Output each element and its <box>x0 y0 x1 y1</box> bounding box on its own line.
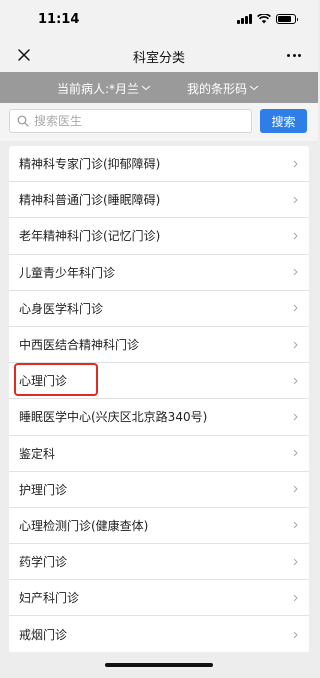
chevron-right-icon <box>293 522 298 529</box>
chevron-right-icon <box>293 631 298 638</box>
more-icon[interactable] <box>282 44 306 66</box>
chevron-right-icon <box>293 594 298 602</box>
signal-icon <box>237 14 252 24</box>
search-box <box>9 109 252 133</box>
department-item[interactable]: 药学门诊 <box>9 544 309 581</box>
wifi-icon <box>257 14 271 24</box>
department-item[interactable]: 心理门诊 <box>9 363 309 400</box>
page-title: 科室分类 <box>132 51 185 66</box>
search-button[interactable]: 搜索 <box>260 109 307 133</box>
search-icon <box>17 115 29 127</box>
chevron-right-icon <box>293 377 298 385</box>
department-label: 老年精神科门诊(记忆门诊) <box>19 229 161 244</box>
department-label: 护理门诊 <box>19 482 68 497</box>
department-label: 精神科专家门诊(抑郁障碍) <box>19 157 161 172</box>
search-row: 搜索 <box>0 103 318 141</box>
chevron-right-icon <box>293 449 298 457</box>
department-item[interactable]: 中西医结合精神科门诊 <box>9 327 309 364</box>
search-input[interactable] <box>34 112 244 130</box>
chevron-right-icon <box>293 413 298 421</box>
current-patient-selector[interactable]: 当前病人:*月兰 <box>57 80 151 97</box>
patient-info-bar: 当前病人:*月兰 我的条形码 <box>0 72 318 103</box>
chevron-right-icon <box>293 232 298 240</box>
department-label: 心理门诊 <box>19 374 68 389</box>
department-label: 心身医学科门诊 <box>19 301 104 316</box>
home-indicator[interactable] <box>105 663 213 667</box>
my-barcode-label: 我的条形码 <box>187 82 248 96</box>
department-label: 药学门诊 <box>19 555 68 570</box>
chevron-right-icon <box>293 268 298 276</box>
department-label: 精神科普通门诊(睡眠障碍) <box>19 193 161 208</box>
battery-level <box>278 16 291 22</box>
chevron-right-icon <box>293 485 298 493</box>
department-item[interactable]: 鉴定科 <box>9 436 309 472</box>
department-list: 精神科专家门诊(抑郁障碍) 精神科普通门诊(睡眠障碍) 老年精神科门诊(记忆门诊) 儿… <box>9 146 309 653</box>
department-item[interactable]: 睡眠医学中心(兴庆区北京路340号) <box>9 399 309 436</box>
department-item[interactable]: 精神科普通门诊(睡眠障碍) <box>9 182 309 219</box>
department-item[interactable]: 儿童青少年科门诊 <box>9 255 309 291</box>
department-label: 睡眠医学中心(兴庆区北京路340号) <box>19 410 208 425</box>
department-item[interactable]: 心身医学科门诊 <box>9 291 309 327</box>
status-bar: 11:14 <box>0 0 318 40</box>
department-item[interactable]: 老年精神科门诊(记忆门诊) <box>9 218 309 255</box>
home-bar <box>0 652 318 678</box>
department-item[interactable]: 护理门诊 <box>9 472 309 508</box>
department-item[interactable]: 心理检测门诊(健康查体) <box>9 508 309 545</box>
status-icons <box>237 14 298 24</box>
nav-bar: 科室分类 <box>0 40 318 72</box>
department-item[interactable]: 戒烟门诊 <box>9 616 309 652</box>
battery-icon <box>276 14 298 24</box>
chevron-right-icon <box>293 558 298 566</box>
department-label: 妇产科门诊 <box>19 591 80 606</box>
department-label: 戒烟门诊 <box>19 628 68 643</box>
chevron-down-icon <box>141 85 151 90</box>
chevron-right-icon <box>293 160 298 167</box>
department-item[interactable]: 妇产科门诊 <box>9 580 309 617</box>
chevron-right-icon <box>293 196 298 204</box>
chevron-right-icon <box>293 341 298 348</box>
current-patient-label: 当前病人:*月兰 <box>57 82 140 96</box>
department-label: 鉴定科 <box>19 446 56 461</box>
department-item[interactable]: 精神科专家门诊(抑郁障碍) <box>9 146 309 183</box>
department-label: 儿童青少年科门诊 <box>19 265 116 280</box>
chevron-right-icon <box>293 304 298 312</box>
my-barcode-selector[interactable]: 我的条形码 <box>187 80 259 97</box>
department-label: 中西医结合精神科门诊 <box>19 338 140 353</box>
department-label: 心理检测门诊(健康查体) <box>19 518 149 533</box>
status-time: 11:14 <box>38 12 80 27</box>
chevron-down-icon <box>249 85 259 90</box>
